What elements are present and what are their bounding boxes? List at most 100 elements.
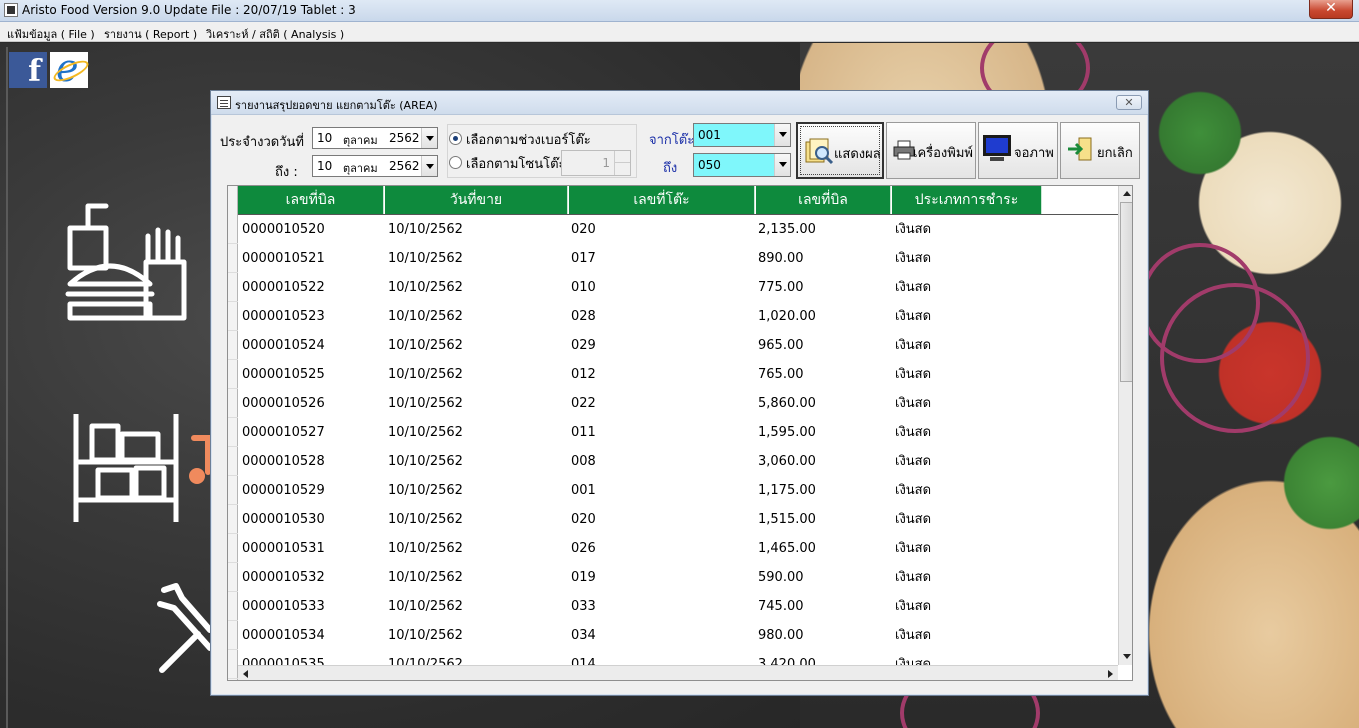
sale-date-cell[interactable]: 10/10/2562: [388, 215, 463, 244]
row-marker[interactable]: [228, 476, 238, 505]
sale-date-cell[interactable]: 10/10/2562: [388, 534, 463, 563]
sale-date-cell[interactable]: 10/10/2562: [388, 331, 463, 360]
dialog-close-button[interactable]: ✕: [1116, 95, 1142, 110]
printer-button[interactable]: เครื่องพิมพ์: [886, 122, 976, 179]
bill-no-cell[interactable]: 0000010534: [242, 621, 325, 650]
inventory-shelf-icon[interactable]: [70, 412, 215, 524]
scroll-right-icon[interactable]: [1102, 666, 1117, 680]
payment-type-cell[interactable]: เงินสด: [895, 389, 931, 418]
chevron-down-icon[interactable]: [421, 128, 437, 148]
sale-date-cell[interactable]: 10/10/2562: [388, 621, 463, 650]
table-no-cell[interactable]: 020: [571, 215, 596, 244]
bill-no-cell[interactable]: 0000010530: [242, 505, 325, 534]
payment-type-cell[interactable]: เงินสด: [895, 273, 931, 302]
sale-date-cell[interactable]: 10/10/2562: [388, 563, 463, 592]
payment-type-cell[interactable]: เงินสด: [895, 418, 931, 447]
menu-file[interactable]: แฟ้มข้อมูล ( File ): [7, 25, 95, 43]
scroll-up-icon[interactable]: [1119, 186, 1132, 201]
amount-cell[interactable]: 980.00: [758, 621, 804, 650]
row-marker[interactable]: [228, 302, 238, 331]
table-no-cell[interactable]: 001: [571, 476, 596, 505]
scroll-down-icon[interactable]: [1119, 649, 1132, 664]
amount-cell[interactable]: 1,175.00: [758, 476, 816, 505]
amount-cell[interactable]: 890.00: [758, 244, 804, 273]
stepper-up-icon[interactable]: [614, 151, 630, 163]
sales-grid[interactable]: เลขที่บิล วันที่ขาย เลขที่โต๊ะ เลขที่บิล…: [227, 185, 1133, 681]
payment-type-cell[interactable]: เงินสด: [895, 621, 931, 650]
amount-cell[interactable]: 765.00: [758, 360, 804, 389]
radio-table-range-label[interactable]: เลือกตามช่วงเบอร์โต๊ะ: [466, 129, 591, 150]
table-no-cell[interactable]: 022: [571, 389, 596, 418]
row-marker[interactable]: [228, 273, 238, 302]
bill-no-cell[interactable]: 0000010520: [242, 215, 325, 244]
sale-date-cell[interactable]: 10/10/2562: [388, 505, 463, 534]
column-header-sale-date[interactable]: วันที่ขาย: [385, 186, 568, 214]
sale-date-cell[interactable]: 10/10/2562: [388, 244, 463, 273]
bill-no-cell[interactable]: 0000010525: [242, 360, 325, 389]
vertical-scrollbar[interactable]: [1118, 186, 1132, 665]
sale-date-cell[interactable]: 10/10/2562: [388, 476, 463, 505]
payment-type-cell[interactable]: เงินสด: [895, 505, 931, 534]
sale-date-cell[interactable]: 10/10/2562: [388, 273, 463, 302]
chevron-down-icon[interactable]: [774, 124, 790, 146]
table-no-cell[interactable]: 010: [571, 273, 596, 302]
payment-type-cell[interactable]: เงินสด: [895, 244, 931, 273]
payment-type-cell[interactable]: เงินสด: [895, 476, 931, 505]
from-table-select[interactable]: 001: [693, 123, 791, 147]
row-marker[interactable]: [228, 650, 238, 679]
bill-no-cell[interactable]: 0000010531: [242, 534, 325, 563]
table-no-cell[interactable]: 012: [571, 360, 596, 389]
window-close-button[interactable]: ✕: [1309, 0, 1353, 19]
fast-food-icon[interactable]: [62, 200, 192, 325]
payment-type-cell[interactable]: เงินสด: [895, 360, 931, 389]
amount-cell[interactable]: 5,860.00: [758, 389, 816, 418]
bill-no-cell[interactable]: 0000010522: [242, 273, 325, 302]
bill-no-cell[interactable]: 0000010527: [242, 418, 325, 447]
amount-cell[interactable]: 745.00: [758, 592, 804, 621]
table-no-cell[interactable]: 020: [571, 505, 596, 534]
radio-table-zone[interactable]: [449, 156, 462, 169]
table-no-cell[interactable]: 034: [571, 621, 596, 650]
sale-date-cell[interactable]: 10/10/2562: [388, 592, 463, 621]
row-marker[interactable]: [228, 505, 238, 534]
to-table-select[interactable]: 050: [693, 153, 791, 177]
amount-cell[interactable]: 775.00: [758, 273, 804, 302]
table-no-cell[interactable]: 029: [571, 331, 596, 360]
bill-no-cell[interactable]: 0000010529: [242, 476, 325, 505]
amount-cell[interactable]: 3,060.00: [758, 447, 816, 476]
table-no-cell[interactable]: 008: [571, 447, 596, 476]
row-marker[interactable]: [228, 534, 238, 563]
amount-cell[interactable]: 1,515.00: [758, 505, 816, 534]
screen-button[interactable]: จอภาพ: [978, 122, 1058, 179]
column-header-amount[interactable]: เลขที่บิล: [756, 186, 891, 214]
amount-cell[interactable]: 2,135.00: [758, 215, 816, 244]
facebook-icon[interactable]: f: [9, 52, 47, 89]
payment-type-cell[interactable]: เงินสด: [895, 447, 931, 476]
sale-date-cell[interactable]: 10/10/2562: [388, 360, 463, 389]
table-no-cell[interactable]: 017: [571, 244, 596, 273]
tools-icon[interactable]: [152, 578, 214, 676]
sale-date-cell[interactable]: 10/10/2562: [388, 418, 463, 447]
table-no-cell[interactable]: 019: [571, 563, 596, 592]
show-button[interactable]: แสดงผล: [796, 122, 884, 179]
payment-type-cell[interactable]: เงินสด: [895, 331, 931, 360]
table-no-cell[interactable]: 026: [571, 534, 596, 563]
table-no-cell[interactable]: 011: [571, 418, 596, 447]
horizontal-scrollbar[interactable]: [238, 665, 1118, 680]
chevron-down-icon[interactable]: [774, 154, 790, 176]
amount-cell[interactable]: 1,465.00: [758, 534, 816, 563]
menu-report[interactable]: รายงาน ( Report ): [104, 25, 197, 43]
bill-no-cell[interactable]: 0000010526: [242, 389, 325, 418]
column-header-bill-no[interactable]: เลขที่บิล: [238, 186, 384, 214]
payment-type-cell[interactable]: เงินสด: [895, 215, 931, 244]
row-marker[interactable]: [228, 331, 238, 360]
row-marker[interactable]: [228, 215, 238, 244]
bill-no-cell[interactable]: 0000010533: [242, 592, 325, 621]
row-marker[interactable]: [228, 244, 238, 273]
internet-explorer-icon[interactable]: [50, 46, 88, 90]
payment-type-cell[interactable]: เงินสด: [895, 302, 931, 331]
sale-date-cell[interactable]: 10/10/2562: [388, 389, 463, 418]
date-from-picker[interactable]: 10 ตุลาคม 2562: [312, 127, 438, 149]
payment-type-cell[interactable]: เงินสด: [895, 534, 931, 563]
row-marker[interactable]: [228, 360, 238, 389]
